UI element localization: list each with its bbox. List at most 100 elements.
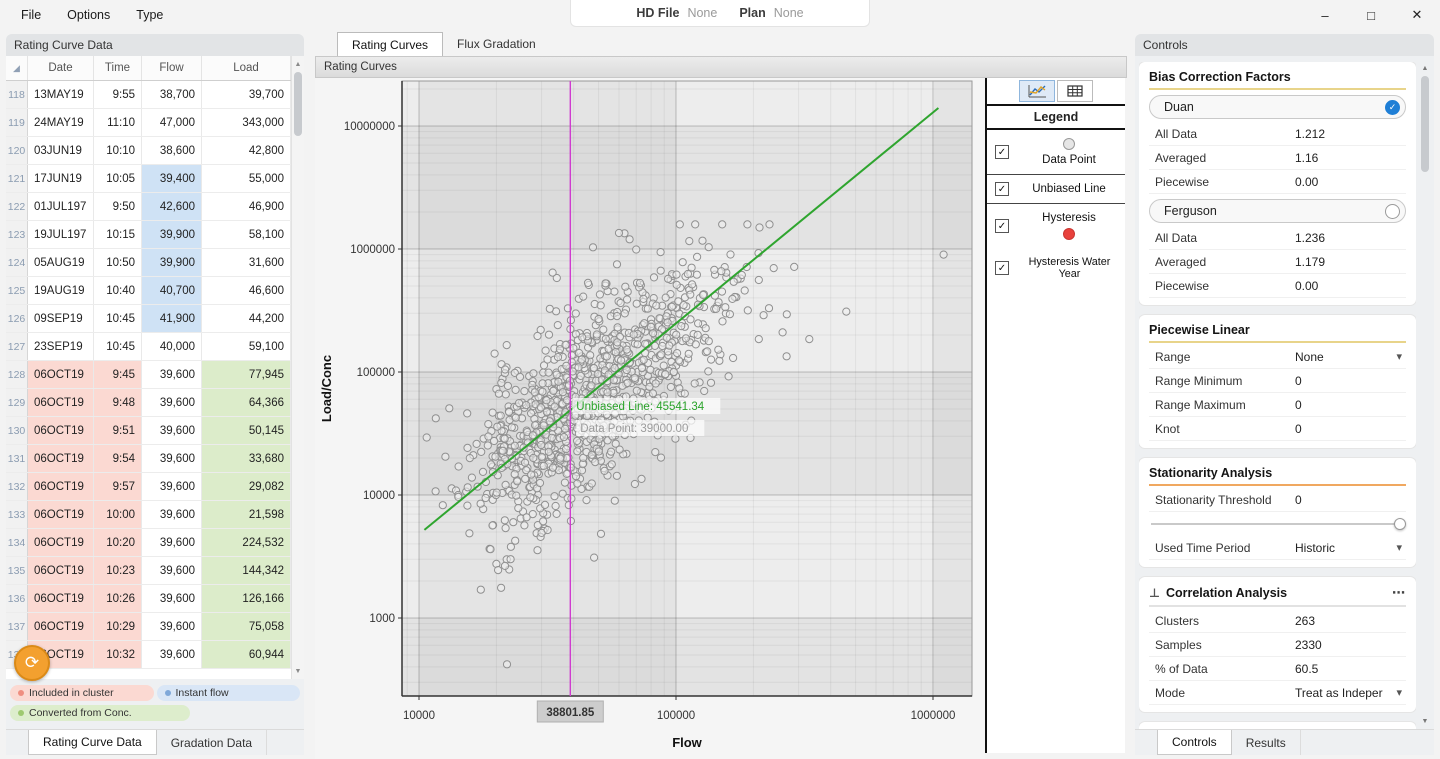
cell-time[interactable]: 10:50	[94, 249, 142, 276]
tab-controls[interactable]: Controls	[1157, 730, 1232, 755]
cell-flow[interactable]: 42,600	[142, 193, 202, 220]
chart-view-button[interactable]	[1019, 80, 1055, 102]
method-radio[interactable]: ✓	[1385, 100, 1400, 115]
cell-load[interactable]: 75,058	[202, 613, 291, 640]
cell-date[interactable]: 17JUN19	[28, 165, 94, 192]
setting-value[interactable]: None	[1295, 350, 1324, 364]
cell-flow[interactable]: 39,600	[142, 613, 202, 640]
column-header-load[interactable]: Load	[202, 56, 291, 80]
cell-flow[interactable]: 39,600	[142, 585, 202, 612]
table-row[interactable]: 12319JUL19710:1539,90058,100	[6, 221, 291, 249]
scroll-down-icon[interactable]: ▼	[1419, 715, 1431, 727]
cell-time[interactable]: 10:10	[94, 137, 142, 164]
cell-date[interactable]: 06OCT19	[28, 557, 94, 584]
cell-flow[interactable]: 39,600	[142, 417, 202, 444]
cell-time[interactable]: 10:05	[94, 165, 142, 192]
menu-type[interactable]: Type	[123, 8, 176, 22]
cell-date[interactable]: 06OCT19	[28, 529, 94, 556]
cell-date[interactable]: 05AUG19	[28, 249, 94, 276]
table-row[interactable]: 12723SEP1910:4540,00059,100	[6, 333, 291, 361]
cell-flow[interactable]: 39,600	[142, 361, 202, 388]
cell-flow[interactable]: 47,000	[142, 109, 202, 136]
table-view-button[interactable]	[1057, 80, 1093, 102]
cell-flow[interactable]: 39,600	[142, 445, 202, 472]
table-row[interactable]: 13106OCT199:5439,60033,680	[6, 445, 291, 473]
table-row[interactable]: 11813MAY199:5538,70039,700	[6, 81, 291, 109]
cell-time[interactable]: 10:23	[94, 557, 142, 584]
legend-checkbox[interactable]: ✓	[995, 145, 1009, 159]
cell-flow[interactable]: 40,000	[142, 333, 202, 360]
cell-time[interactable]: 10:26	[94, 585, 142, 612]
close-icon[interactable]: ✕	[1394, 0, 1440, 30]
cell-time[interactable]: 9:45	[94, 361, 142, 388]
cell-date[interactable]: 06OCT19	[28, 613, 94, 640]
cell-flow[interactable]: 39,600	[142, 501, 202, 528]
cell-date[interactable]: 06OCT19	[28, 473, 94, 500]
cell-date[interactable]: 01JUL197	[28, 193, 94, 220]
cell-time[interactable]: 11:10	[94, 109, 142, 136]
scroll-down-icon[interactable]: ▼	[292, 665, 304, 677]
cell-load[interactable]: 224,532	[202, 529, 291, 556]
cell-load[interactable]: 64,366	[202, 389, 291, 416]
maximize-icon[interactable]: □	[1348, 0, 1394, 30]
cell-date[interactable]: 19AUG19	[28, 277, 94, 304]
cell-load[interactable]: 39,700	[202, 81, 291, 108]
table-row[interactable]: 12609SEP1910:4541,90044,200	[6, 305, 291, 333]
method-radio[interactable]	[1385, 204, 1400, 219]
cell-flow[interactable]: 39,600	[142, 473, 202, 500]
cell-time[interactable]: 9:50	[94, 193, 142, 220]
cell-load[interactable]: 21,598	[202, 501, 291, 528]
cell-date[interactable]: 24MAY19	[28, 109, 94, 136]
cell-time[interactable]: 10:45	[94, 305, 142, 332]
table-row[interactable]: 13306OCT1910:0039,60021,598	[6, 501, 291, 529]
legend-checkbox[interactable]: ✓	[995, 261, 1009, 275]
table-row[interactable]: 13406OCT1910:2039,600224,532	[6, 529, 291, 557]
cell-date[interactable]: 06OCT19	[28, 501, 94, 528]
cell-flow[interactable]: 39,900	[142, 249, 202, 276]
cell-load[interactable]: 144,342	[202, 557, 291, 584]
tab-results[interactable]: Results	[1232, 730, 1301, 755]
cell-flow[interactable]: 39,600	[142, 557, 202, 584]
cell-time[interactable]: 9:55	[94, 81, 142, 108]
slider-handle[interactable]	[1394, 518, 1406, 530]
method-option-duan[interactable]: Duan✓	[1149, 95, 1406, 119]
cell-load[interactable]: 29,082	[202, 473, 291, 500]
tab-flux-gradation[interactable]: Flux Gradation	[443, 32, 550, 56]
rating-curves-plot[interactable]: Unbiased Line: 45541.34Data Point: 39000…	[315, 78, 985, 759]
cell-date[interactable]: 06OCT19	[28, 445, 94, 472]
cell-flow[interactable]: 40,700	[142, 277, 202, 304]
cell-time[interactable]: 10:29	[94, 613, 142, 640]
column-header-date[interactable]: Date	[28, 56, 94, 80]
minimize-icon[interactable]: –	[1302, 0, 1348, 30]
cell-time[interactable]: 9:51	[94, 417, 142, 444]
cell-date[interactable]: 06OCT19	[28, 389, 94, 416]
cell-time[interactable]: 10:32	[94, 641, 142, 668]
table-row[interactable]: 13006OCT199:5139,60050,145	[6, 417, 291, 445]
cell-load[interactable]: 42,800	[202, 137, 291, 164]
cell-time[interactable]: 10:15	[94, 221, 142, 248]
chevron-down-icon[interactable]: ▾	[1396, 541, 1402, 554]
table-row[interactable]: 12519AUG1910:4040,70046,600	[6, 277, 291, 305]
cell-time[interactable]: 9:48	[94, 389, 142, 416]
legend-checkbox[interactable]: ✓	[995, 219, 1009, 233]
cell-load[interactable]: 59,100	[202, 333, 291, 360]
cell-date[interactable]: 06OCT19	[28, 361, 94, 388]
cell-time[interactable]: 9:54	[94, 445, 142, 472]
table-row[interactable]: 13206OCT199:5739,60029,082	[6, 473, 291, 501]
table-scrollbar[interactable]: ▲ ▼	[291, 56, 304, 679]
tab-gradation-data[interactable]: Gradation Data	[157, 730, 267, 755]
table-row[interactable]: 11924MAY1911:1047,000343,000	[6, 109, 291, 137]
cell-load[interactable]: 55,000	[202, 165, 291, 192]
cell-load[interactable]: 60,944	[202, 641, 291, 668]
setting-value[interactable]: Historic	[1295, 541, 1335, 555]
tab-rating-curve-data[interactable]: Rating Curve Data	[28, 730, 157, 755]
table-row[interactable]: 12117JUN1910:0539,40055,000	[6, 165, 291, 193]
table-row[interactable]: 12405AUG1910:5039,90031,600	[6, 249, 291, 277]
cell-load[interactable]: 58,100	[202, 221, 291, 248]
cell-load[interactable]: 33,680	[202, 445, 291, 472]
cell-load[interactable]: 50,145	[202, 417, 291, 444]
table-row[interactable]: 13706OCT1910:2939,60075,058	[6, 613, 291, 641]
hd-file-value[interactable]: None	[687, 6, 717, 20]
cell-date[interactable]: 03JUN19	[28, 137, 94, 164]
cell-date[interactable]: 13MAY19	[28, 81, 94, 108]
